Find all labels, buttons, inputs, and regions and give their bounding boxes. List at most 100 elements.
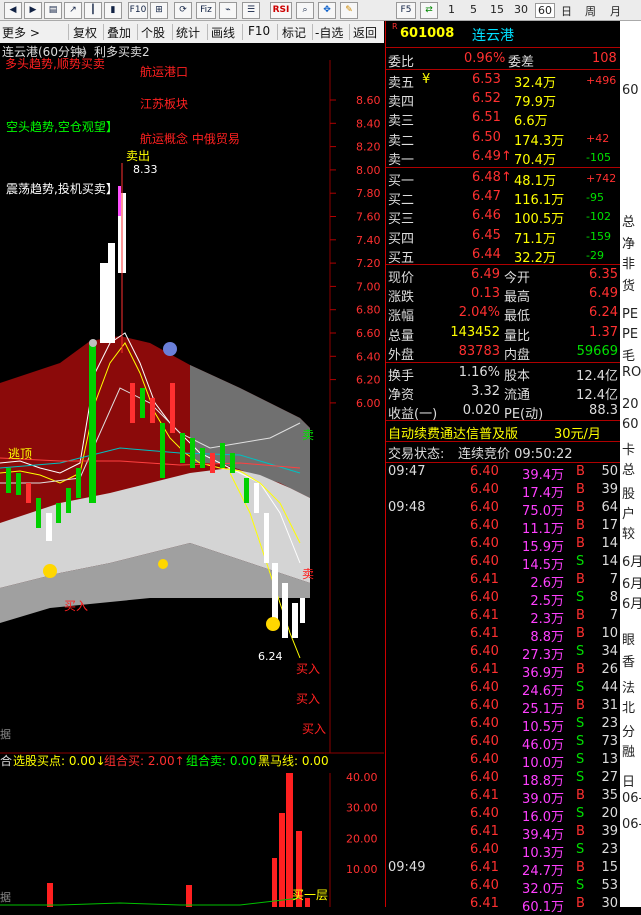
period-60[interactable]: 60 [535, 3, 555, 18]
bid-row[interactable]: 买一 6.48↑ 48.1万 +742 [386, 169, 620, 189]
menu-stats[interactable]: 统计 [176, 24, 200, 41]
list-icon[interactable]: ☰ [242, 2, 260, 19]
tick-row[interactable]: 6.41 2.6万 B 7 [386, 571, 620, 591]
menu-mark[interactable]: 标记 [282, 24, 306, 41]
margin-badge: R [392, 22, 398, 31]
period-1[interactable]: 1 [448, 3, 455, 16]
more-menu[interactable]: 更多 > [2, 24, 40, 41]
tick-row[interactable]: 6.41 36.9万 B 26 [386, 661, 620, 681]
bid-row[interactable]: 买三 6.46 100.5万 -102 [386, 207, 620, 227]
fiz-button[interactable]: Fiz [196, 2, 216, 19]
menu-overlay[interactable]: 叠加 [107, 24, 131, 41]
tick-row[interactable]: 6.41 8.8万 B 10 [386, 625, 620, 645]
tick-count: 7 [609, 608, 618, 623]
stat-value-2: 1.37 [589, 324, 618, 340]
period-day[interactable]: 日 [561, 3, 572, 19]
period-30[interactable]: 30 [514, 3, 528, 16]
period-month[interactable]: 月 [610, 3, 621, 19]
menu-draw[interactable]: 画线 [211, 24, 235, 41]
kline-icon[interactable]: ▤ [44, 2, 62, 19]
pen-icon[interactable]: ✎ [340, 2, 358, 19]
buy-layer-text: 买一层 [292, 888, 328, 902]
f10-button[interactable]: F10 [128, 2, 148, 19]
tick-row[interactable]: 6.40 2.5万 S 8 [386, 589, 620, 609]
tick-price: 6.41 [470, 824, 499, 839]
menu-fuquan[interactable]: 复权 [73, 24, 97, 41]
tick-row[interactable]: 6.41 60.1万 B 30 [386, 895, 620, 915]
tick-count: 7 [609, 572, 618, 587]
ad-text[interactable]: 自动续费通达信普及版 [388, 423, 518, 442]
tick-row[interactable]: 09:47 6.40 39.4万 B 50 [386, 463, 620, 483]
trend-icon[interactable]: ↗ [64, 2, 82, 19]
tick-row[interactable]: 09:49 6.41 24.7万 B 15 [386, 859, 620, 879]
tick-row[interactable]: 6.40 11.1万 B 17 [386, 517, 620, 537]
weibi-value: 0.96% [464, 51, 506, 66]
price-tick-label: 6.80 [356, 304, 381, 317]
refresh-icon[interactable]: ⟳ [174, 2, 192, 19]
tick-row[interactable]: 6.40 10.0万 S 13 [386, 751, 620, 771]
price-tick-label: 7.40 [356, 234, 381, 247]
stock-name[interactable]: 连云港 [472, 25, 514, 45]
period-week[interactable]: 周 [585, 3, 596, 19]
tick-row[interactable]: 6.40 32.0万 S 53 [386, 877, 620, 897]
bid-row[interactable]: 买五 6.44 32.2万 -29 [386, 246, 620, 266]
tick-row[interactable]: 6.40 24.6万 S 44 [386, 679, 620, 699]
ask-row[interactable]: 卖二 6.50 174.3万 +42 [386, 129, 620, 149]
rsi-button[interactable]: RSI [270, 2, 292, 19]
ask-row[interactable]: 卖五 ¥6.53 32.4万 +496 [386, 71, 620, 91]
forward-icon[interactable]: ▶ [24, 2, 42, 19]
tick-row[interactable]: 6.40 14.5万 S 14 [386, 553, 620, 573]
tick-row[interactable]: 6.40 27.3万 S 34 [386, 643, 620, 663]
tick-row[interactable]: 6.40 17.4万 B 39 [386, 481, 620, 501]
lower-prefix: 合 [0, 753, 12, 768]
menu-f10[interactable]: F10 [248, 24, 270, 38]
ask-row[interactable]: 卖一 6.49↑ 70.4万 -105 [386, 148, 620, 168]
tick-row[interactable]: 6.40 16.0万 S 20 [386, 805, 620, 825]
bid-row[interactable]: 买四 6.45 71.1万 -159 [386, 227, 620, 247]
ask-row[interactable]: 卖四 6.52 79.9万 [386, 90, 620, 110]
stock-code[interactable]: 601008 [400, 26, 454, 41]
bid-price: 6.45 [472, 227, 501, 243]
ad-row[interactable]: 自动续费通达信普及版 30元/月 [386, 422, 620, 442]
ask-row[interactable]: 卖三 6.51 6.6万 [386, 109, 620, 129]
stat-label: 总量 [388, 328, 415, 344]
tick-row[interactable]: 6.40 46.0万 S 73 [386, 733, 620, 753]
sell-right-text-2: 卖 [302, 567, 314, 581]
sad-face-icon [163, 342, 177, 356]
candle-icon[interactable]: ┃ [84, 2, 102, 19]
tick-row[interactable]: 6.40 18.8万 S 27 [386, 769, 620, 789]
tick-row[interactable]: 6.40 10.3万 S 23 [386, 841, 620, 861]
tick-row[interactable]: 09:48 6.40 75.0万 B 64 [386, 499, 620, 519]
period-15[interactable]: 15 [490, 3, 504, 16]
period-5[interactable]: 5 [470, 3, 477, 16]
swap-icon[interactable]: ⇄ [420, 2, 438, 19]
tick-price: 6.40 [470, 680, 499, 695]
bar-icon[interactable]: ▮ [104, 2, 122, 19]
tick-row[interactable]: 6.40 15.9万 B 14 [386, 535, 620, 555]
volume-tick-label: 20.00 [346, 832, 378, 845]
edge-text: 06- [622, 791, 641, 806]
grid-icon[interactable]: ⊞ [150, 2, 168, 19]
bid-row[interactable]: 买二 6.47 116.1万 -95 [386, 188, 620, 208]
menu-watchlist[interactable]: -自选 [315, 24, 343, 41]
menu-stock[interactable]: 个股 [141, 24, 165, 41]
move-icon[interactable]: ✥ [318, 2, 336, 19]
tick-row[interactable]: 6.41 2.3万 B 7 [386, 607, 620, 627]
back-icon[interactable]: ◀ [4, 2, 22, 19]
zoom-icon[interactable]: ⌕ [296, 2, 314, 19]
tick-row[interactable]: 6.41 39.0万 B 35 [386, 787, 620, 807]
tick-row[interactable]: 6.40 25.1万 B 31 [386, 697, 620, 717]
ask-label: 卖二 [388, 133, 415, 149]
ad-price[interactable]: 30元/月 [554, 423, 601, 442]
tick-row[interactable]: 6.41 39.4万 B 39 [386, 823, 620, 843]
buy-right-text-2: 买入 [296, 692, 320, 706]
menu-back[interactable]: 返回 [353, 24, 377, 41]
high-price-label: 8.33 [133, 163, 158, 176]
tick-price: 6.41 [470, 860, 499, 875]
f5-button[interactable]: F5 [396, 2, 416, 19]
kline-chart[interactable]: 连云港(60分钟) ⊗ 利多买卖2 8.608.408.208.007.807.… [0, 43, 384, 907]
tick-direction: S [576, 644, 585, 659]
tick-row[interactable]: 6.40 10.5万 S 23 [386, 715, 620, 735]
chart-icon[interactable]: ⌁ [219, 2, 237, 19]
stat-value: 143452 [450, 324, 500, 340]
